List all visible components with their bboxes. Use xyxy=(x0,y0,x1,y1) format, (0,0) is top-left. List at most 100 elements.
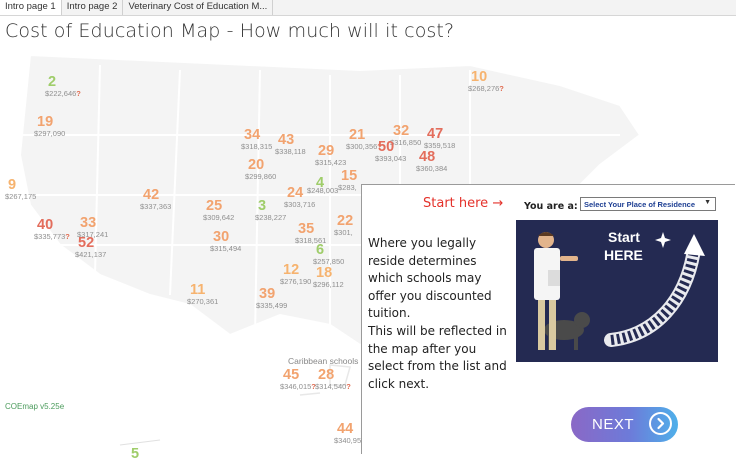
question-flag: ? xyxy=(346,382,351,391)
cost-value: $340,95 xyxy=(334,436,362,445)
map-marker-count[interactable]: 32 xyxy=(393,124,409,139)
map-marker-count[interactable]: 48 xyxy=(419,150,435,165)
map-marker-cost: $222,646? xyxy=(45,89,81,98)
cost-value: $238,227 xyxy=(255,213,287,222)
map-marker-count[interactable]: 44 xyxy=(337,422,353,437)
map-marker-count[interactable]: 3 xyxy=(258,199,266,214)
start-here-label: Start here → xyxy=(423,196,504,211)
cost-value: $268,276 xyxy=(468,84,500,93)
map-marker-count[interactable]: 35 xyxy=(298,222,314,237)
map-marker-count[interactable]: 52 xyxy=(78,236,94,251)
tab-bar: Intro page 1 Intro page 2 Veterinary Cos… xyxy=(0,0,736,16)
map-marker-cost: $300,356? xyxy=(346,142,382,151)
map-marker-cost: $296,112 xyxy=(313,280,344,289)
map-marker-count[interactable]: 11 xyxy=(190,283,205,298)
cost-value: $296,112 xyxy=(313,280,344,289)
map-marker-cost: $335,499 xyxy=(256,301,287,310)
map-marker-cost: $315,423 xyxy=(315,158,346,167)
map-marker-cost: $303,716 xyxy=(284,200,315,209)
map-marker-count[interactable]: 5 xyxy=(131,447,139,462)
map-marker-count[interactable]: 15 xyxy=(341,169,357,184)
map-marker-cost: $316,850 xyxy=(390,138,421,147)
map-marker-cost: $318,315 xyxy=(241,142,272,151)
cost-value: $309,642 xyxy=(203,213,235,222)
residence-explanation: Where you legally reside determines whic… xyxy=(368,236,492,320)
chevron-right-icon xyxy=(649,412,672,435)
map-marker-cost: $346,015? xyxy=(280,382,316,391)
map-marker-count[interactable]: 21 xyxy=(349,128,365,143)
tab-intro-page-2[interactable]: Intro page 2 xyxy=(60,0,124,15)
cost-value: $276,190 xyxy=(280,277,312,286)
map-marker-count[interactable]: 6 xyxy=(316,243,324,258)
cost-value: $315,494 xyxy=(210,244,242,253)
next-button-label: NEXT xyxy=(592,416,635,433)
map-marker-cost: $393,043 xyxy=(375,154,406,163)
cost-value: $315,423 xyxy=(315,158,347,167)
map-marker-cost: $301, xyxy=(334,228,353,237)
map-marker-count[interactable]: 47 xyxy=(427,127,443,142)
map-marker-cost: $270,361 xyxy=(187,297,218,306)
illus-start-text: Start xyxy=(608,229,640,245)
question-flag: ? xyxy=(76,89,81,98)
map-marker-cost: $360,384 xyxy=(416,164,447,173)
caribbean-label: Caribbean schools xyxy=(288,356,359,366)
cost-value: $316,850 xyxy=(390,138,422,147)
map-marker-count[interactable]: 25 xyxy=(206,199,222,214)
map-marker-count[interactable]: 43 xyxy=(278,133,294,148)
cost-value: $393,043 xyxy=(375,154,407,163)
version-label: COEmap v5.25e xyxy=(5,402,65,411)
map-marker-count[interactable]: 28 xyxy=(318,368,334,383)
map-marker-count[interactable]: 29 xyxy=(318,144,334,159)
cost-value: $335,499 xyxy=(256,301,288,310)
residence-select-value: Select Your Place of Residence xyxy=(584,199,696,209)
map-marker-count[interactable]: 19 xyxy=(37,115,53,130)
map-marker-count[interactable]: 24 xyxy=(287,186,303,201)
cost-value: $283, xyxy=(338,183,357,192)
cost-value: $270,361 xyxy=(187,297,219,306)
map-marker-count[interactable]: 22 xyxy=(337,214,353,229)
map-marker-count[interactable]: 45 xyxy=(283,368,299,383)
map-marker-count[interactable]: 42 xyxy=(143,188,159,203)
map-marker-cost: $276,190 xyxy=(280,277,311,286)
map-marker-count[interactable]: 10 xyxy=(471,70,487,85)
tab-veterinary-cost-map[interactable]: Veterinary Cost of Education M... xyxy=(122,0,274,15)
residence-select[interactable]: Select Your Place of Residence ▼ xyxy=(580,197,716,211)
map-marker-count[interactable]: 20 xyxy=(248,158,264,173)
map-marker-cost: $283, xyxy=(338,183,357,192)
cost-value: $222,646 xyxy=(45,89,77,98)
illus-here-text: HERE xyxy=(604,247,643,263)
veterinarian-with-dog-image: Start HERE xyxy=(516,220,718,362)
map-marker-count[interactable]: 12 xyxy=(283,263,299,278)
map-marker-cost: $268,276? xyxy=(468,84,504,93)
question-flag: ? xyxy=(499,84,504,93)
map-marker-count[interactable]: 39 xyxy=(259,287,275,302)
map-marker-count[interactable]: 9 xyxy=(8,178,16,193)
map-marker-cost: $421,137 xyxy=(75,250,106,259)
dropdown-arrow-icon[interactable]: ▼ xyxy=(704,199,711,206)
start-here-illustration: Start HERE xyxy=(516,220,718,362)
residence-panel: Start here → You are a: Select Your Plac… xyxy=(361,184,735,454)
map-marker-cost: $335,773? xyxy=(34,232,70,241)
map-marker-count[interactable]: 2 xyxy=(48,75,56,90)
cost-value: $300,356 xyxy=(346,142,378,151)
cost-value: $337,363 xyxy=(140,202,172,211)
map-marker-count[interactable]: 18 xyxy=(316,266,332,281)
cost-value: $299,860 xyxy=(245,172,277,181)
map-marker-count[interactable]: 34 xyxy=(244,128,260,143)
question-flag: ? xyxy=(65,232,70,241)
cost-value: $360,384 xyxy=(416,164,448,173)
tab-intro-page-1[interactable]: Intro page 1 xyxy=(0,0,62,15)
cost-value: $301, xyxy=(334,228,353,237)
map-marker-cost: $267,175 xyxy=(5,192,36,201)
map-marker-count[interactable]: 33 xyxy=(80,216,96,231)
map-marker-cost: $238,227 xyxy=(255,213,286,222)
map-marker-cost: $314,540? xyxy=(315,382,351,391)
map-marker-count[interactable]: 40 xyxy=(37,218,53,233)
map-marker-cost: $340,95 xyxy=(334,436,361,445)
cost-value: $314,540 xyxy=(315,382,347,391)
cost-value: $248,003 xyxy=(307,186,339,195)
next-button[interactable]: NEXT xyxy=(571,407,678,442)
map-marker-count[interactable]: 30 xyxy=(213,230,229,245)
map-marker-count[interactable]: 50 xyxy=(378,140,394,155)
cost-value: $303,716 xyxy=(284,200,316,209)
